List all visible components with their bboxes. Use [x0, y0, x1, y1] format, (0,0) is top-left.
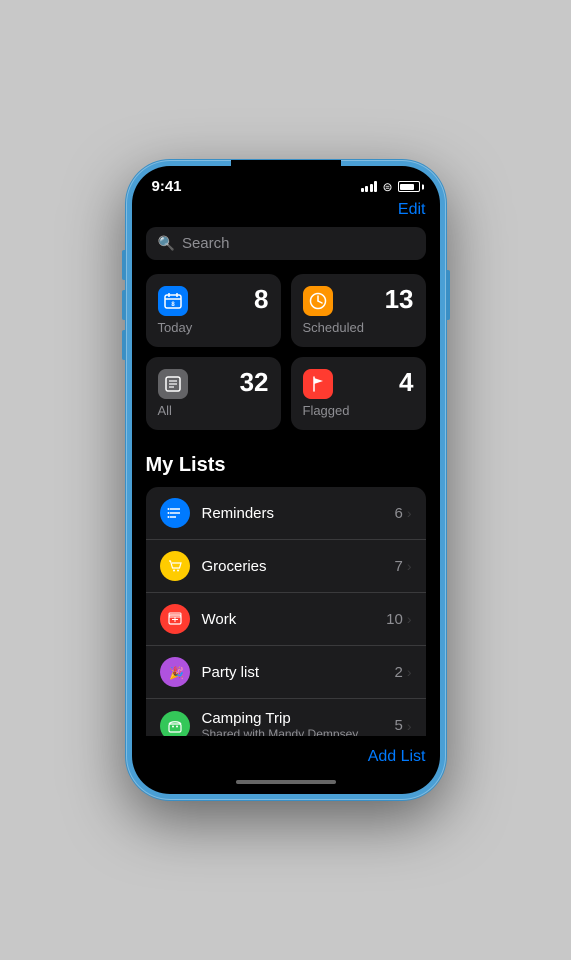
all-count: 32 [240, 369, 269, 395]
groceries-count: 7 [394, 558, 402, 575]
groceries-name-wrap: Groceries [202, 558, 383, 575]
signal-icon [361, 181, 378, 192]
svg-text:8: 8 [171, 302, 175, 308]
add-list-button[interactable]: Add List [368, 748, 426, 766]
tile-all-top: 32 [158, 369, 269, 399]
today-label: Today [158, 320, 269, 335]
groceries-right: 7 › [394, 558, 411, 575]
camping-icon [160, 711, 190, 737]
reminders-name: Reminders [202, 505, 383, 522]
list-item-groceries[interactable]: Groceries 7 › [146, 540, 426, 593]
tile-scheduled-top: 13 [303, 286, 414, 316]
camping-right: 5 › [394, 717, 411, 734]
work-icon [160, 604, 190, 634]
all-label: All [158, 403, 269, 418]
camping-name: Camping Trip [202, 710, 383, 727]
reminders-icon [160, 498, 190, 528]
tile-all[interactable]: 32 All [146, 357, 281, 430]
party-name: Party list [202, 664, 383, 681]
flagged-label: Flagged [303, 403, 414, 418]
phone-frame: 9:41 ⊜ Edit 🔍 Search [126, 160, 446, 800]
smart-tiles: 8 8 Today [146, 274, 426, 430]
tile-flagged-top: 4 [303, 369, 414, 399]
footer: Add List [132, 736, 440, 774]
camping-count: 5 [394, 717, 402, 734]
groceries-icon [160, 551, 190, 581]
phone-screen: 9:41 ⊜ Edit 🔍 Search [132, 166, 440, 794]
tile-today[interactable]: 8 8 Today [146, 274, 281, 347]
home-indicator [132, 774, 440, 794]
groceries-chevron: › [407, 558, 412, 574]
search-placeholder: Search [182, 235, 230, 252]
battery-icon [398, 181, 420, 192]
search-icon: 🔍 [158, 235, 175, 252]
scheduled-icon [303, 286, 333, 316]
today-icon: 8 [158, 286, 188, 316]
reminders-chevron: › [407, 505, 412, 521]
all-icon [158, 369, 188, 399]
home-bar [236, 780, 336, 784]
notch [231, 160, 341, 184]
camping-name-wrap: Camping Trip Shared with Mandy Dempsey [202, 710, 383, 736]
work-right: 10 › [386, 611, 411, 628]
reminders-name-wrap: Reminders [202, 505, 383, 522]
party-icon: 🎉 [160, 657, 190, 687]
reminders-right: 6 › [394, 505, 411, 522]
camping-subtitle: Shared with Mandy Dempsey [202, 727, 383, 736]
party-right: 2 › [394, 664, 411, 681]
scheduled-count: 13 [385, 286, 414, 312]
work-chevron: › [407, 611, 412, 627]
battery-fill [400, 184, 414, 190]
list-item-work[interactable]: Work 10 › [146, 593, 426, 646]
work-count: 10 [386, 611, 403, 628]
edit-button[interactable]: Edit [398, 201, 426, 219]
my-lists-title: My Lists [146, 454, 426, 477]
flagged-count: 4 [399, 369, 413, 395]
tile-scheduled[interactable]: 13 Scheduled [291, 274, 426, 347]
camping-chevron: › [407, 718, 412, 734]
work-name-wrap: Work [202, 611, 375, 628]
status-time: 9:41 [152, 178, 182, 195]
wifi-icon: ⊜ [382, 180, 392, 194]
reminders-count: 6 [394, 505, 402, 522]
party-name-wrap: Party list [202, 664, 383, 681]
header-row: Edit [146, 199, 426, 227]
lists-container: Reminders 6 › [146, 487, 426, 736]
list-item-party[interactable]: 🎉 Party list 2 › [146, 646, 426, 699]
status-icons: ⊜ [361, 180, 420, 194]
party-chevron: › [407, 664, 412, 680]
main-content: Edit 🔍 Search [132, 199, 440, 736]
party-count: 2 [394, 664, 402, 681]
scheduled-label: Scheduled [303, 320, 414, 335]
today-count: 8 [254, 286, 268, 312]
list-item-reminders[interactable]: Reminders 6 › [146, 487, 426, 540]
list-item-camping[interactable]: Camping Trip Shared with Mandy Dempsey 5… [146, 699, 426, 736]
svg-text:🎉: 🎉 [169, 666, 183, 680]
groceries-name: Groceries [202, 558, 383, 575]
tile-flagged[interactable]: 4 Flagged [291, 357, 426, 430]
search-bar[interactable]: 🔍 Search [146, 227, 426, 260]
tile-today-top: 8 8 [158, 286, 269, 316]
flagged-icon [303, 369, 333, 399]
work-name: Work [202, 611, 375, 628]
